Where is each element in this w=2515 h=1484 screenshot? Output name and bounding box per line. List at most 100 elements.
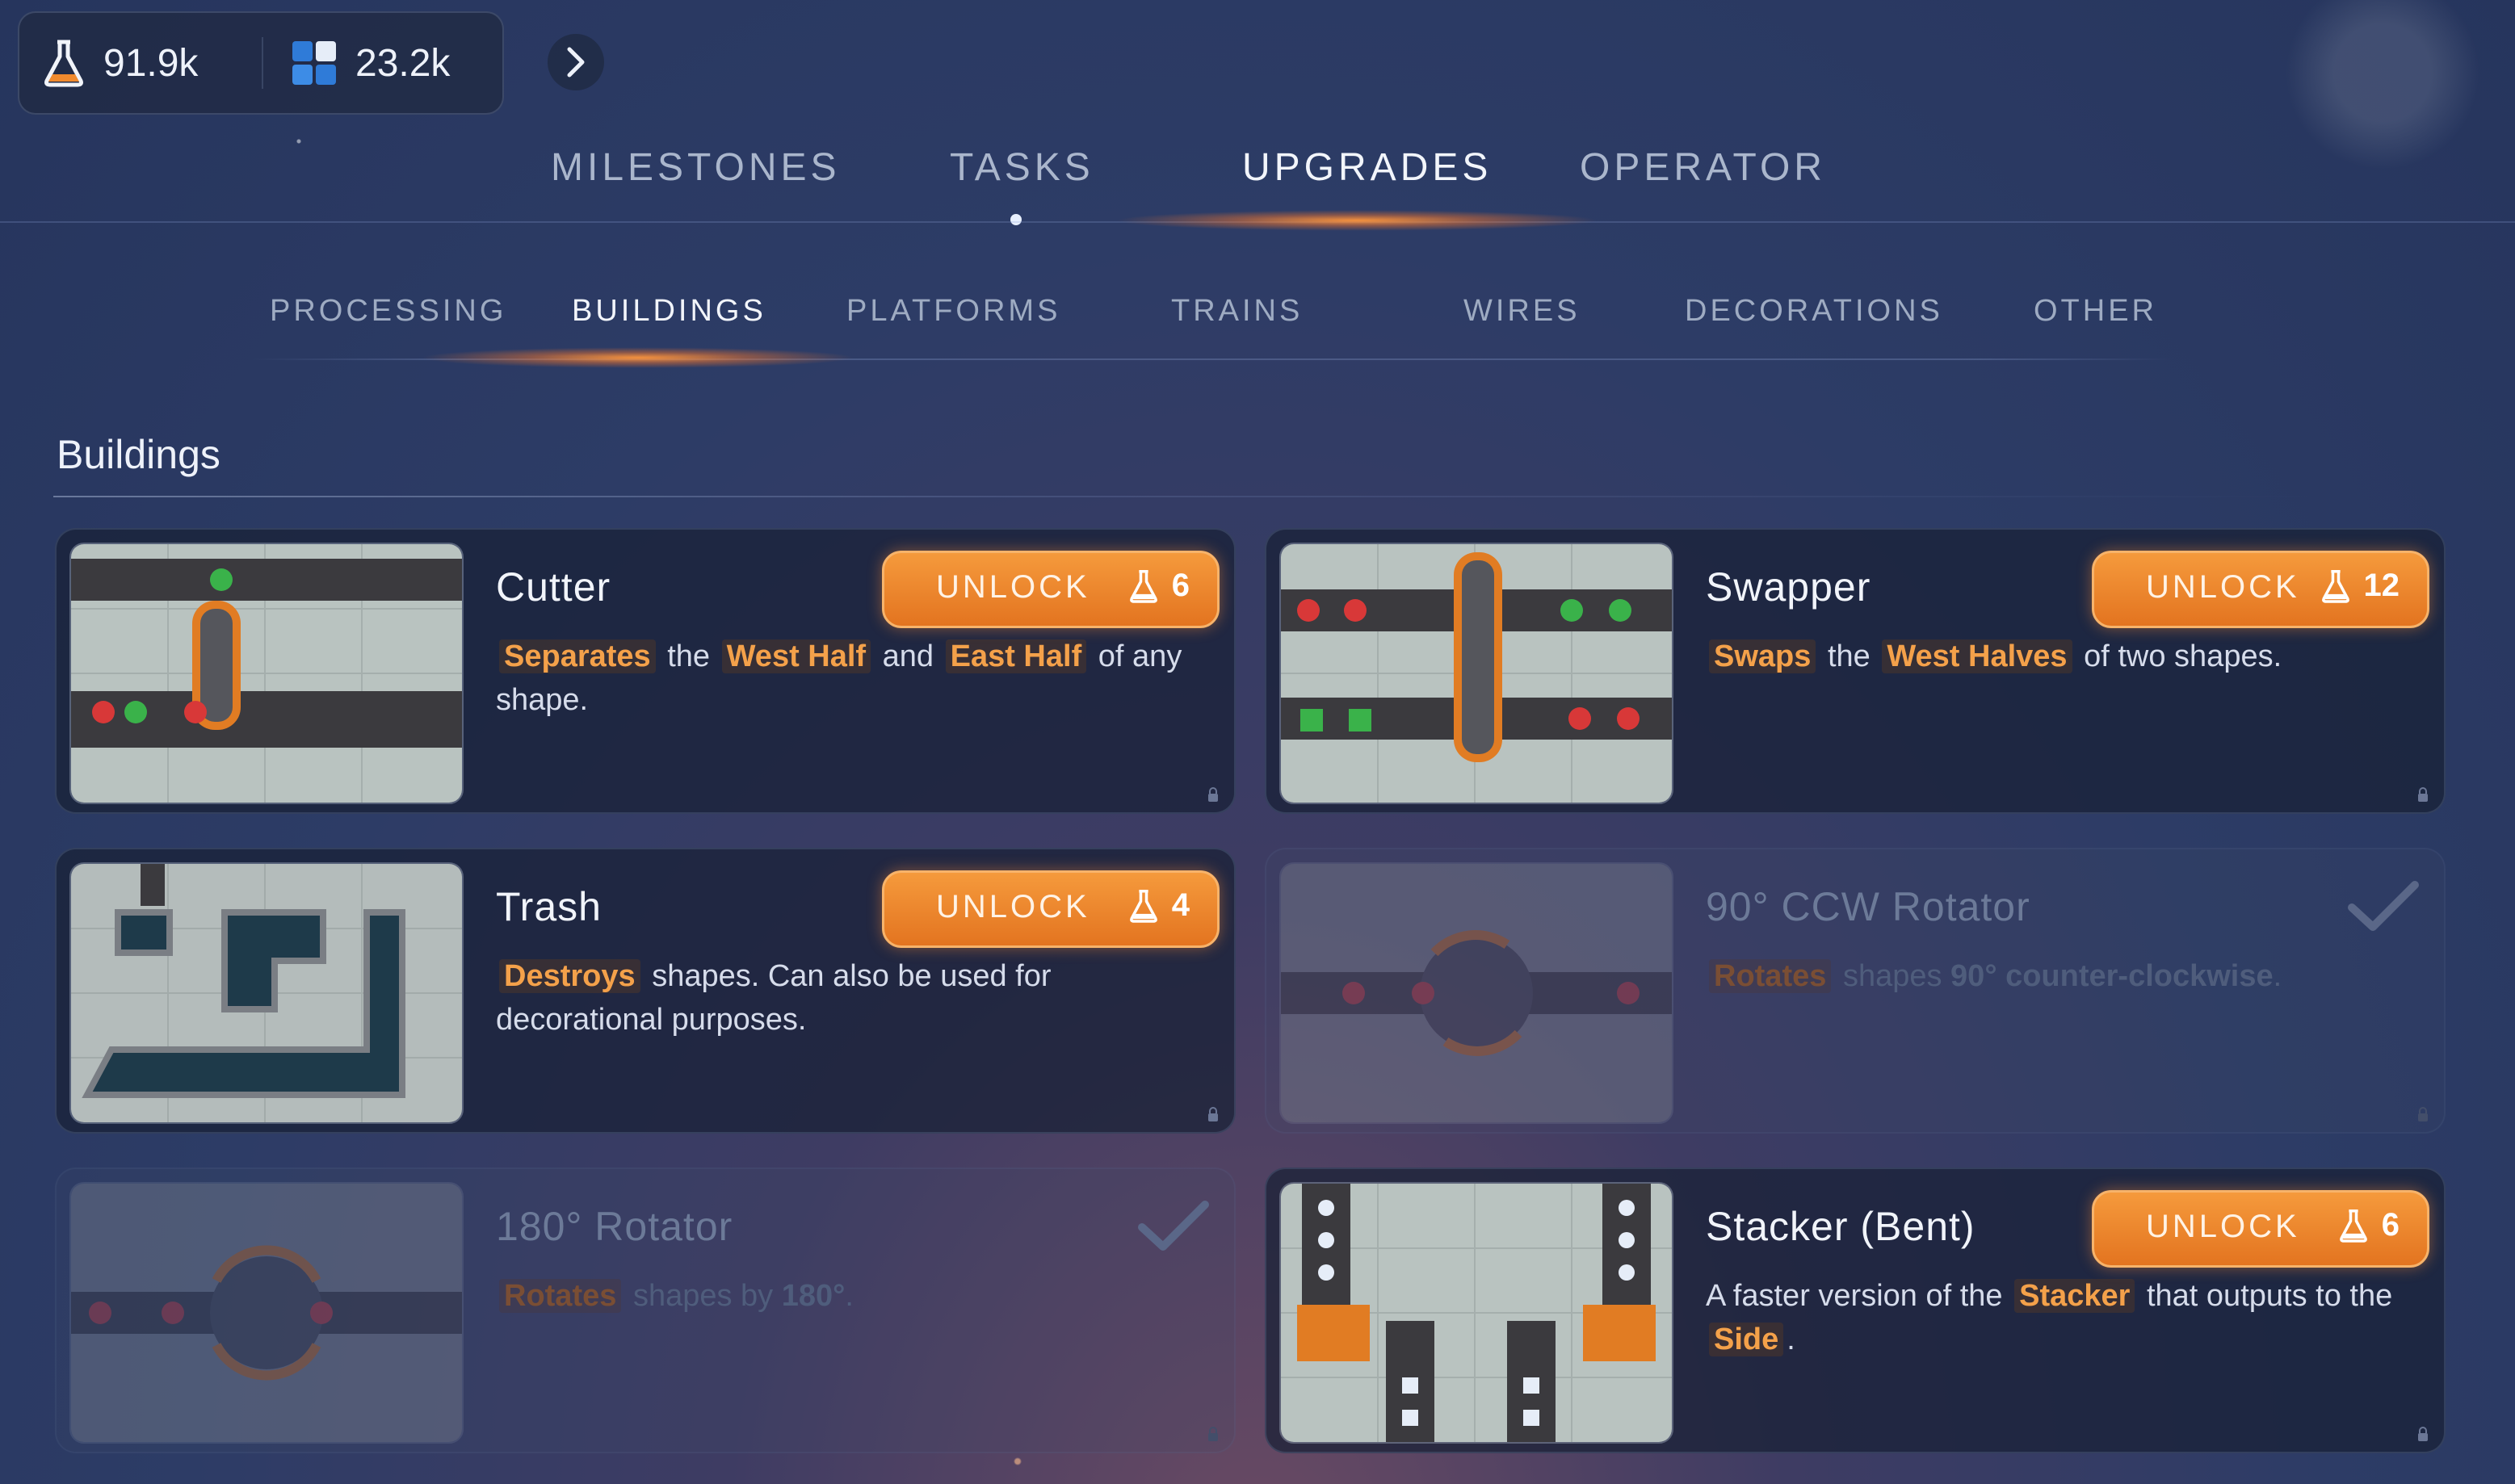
desc-text: . <box>2273 959 2282 993</box>
keyword: Destroys <box>499 959 640 993</box>
card-description: Separates the West Half and East Half of… <box>496 635 1207 722</box>
tab-operator[interactable]: OPERATOR <box>1580 145 1826 190</box>
card-description: Rotates shapes by 180°. <box>496 1274 1207 1318</box>
tasks-notification-dot <box>1010 214 1022 225</box>
subtab-buildings[interactable]: BUILDINGS <box>572 294 766 329</box>
card-description: A faster version of the Stacker that out… <box>1706 1274 2416 1361</box>
card-title: Swapper <box>1706 564 1871 610</box>
keyword: Side <box>1709 1323 1784 1356</box>
unlock-button[interactable]: UNLOCK 12 <box>2092 551 2429 628</box>
keyword: Stacker <box>2014 1279 2135 1313</box>
unlock-label: UNLOCK <box>2146 569 2300 605</box>
lock-icon <box>1208 787 1218 802</box>
shapes-value: 23.2k <box>355 41 451 85</box>
cost-value: 6 <box>2381 1207 2400 1243</box>
desc-text: A faster version of the <box>1706 1279 2003 1313</box>
expand-resources-button[interactable] <box>548 34 604 90</box>
tab-upgrades[interactable]: UPGRADES <box>1242 145 1492 190</box>
divider <box>262 37 263 89</box>
flask-icon <box>1129 569 1157 603</box>
desc-emphasis: 180° <box>781 1279 846 1313</box>
subtab-decorations[interactable]: DECORATIONS <box>1685 294 1943 329</box>
tab-tasks[interactable]: TASKS <box>950 145 1094 190</box>
card-title: Cutter <box>496 564 611 610</box>
unlock-button[interactable]: UNLOCK 4 <box>882 870 1220 948</box>
unlock-label: UNLOCK <box>2146 1209 2300 1244</box>
chevron-right-icon <box>567 47 585 78</box>
section-title: Buildings <box>57 432 220 477</box>
shapes-icon <box>291 40 338 86</box>
cost-value: 12 <box>2363 568 2400 603</box>
keyword: Rotates <box>499 1279 622 1313</box>
cost-value: 6 <box>1171 568 1190 603</box>
flask-icon <box>2321 569 2349 603</box>
subtab-processing[interactable]: PROCESSING <box>270 294 506 329</box>
desc-emphasis: 90° counter-clockwise <box>1950 959 2274 993</box>
card-title: Stacker (Bent) <box>1706 1204 1975 1249</box>
active-tab-indicator <box>1115 210 1599 231</box>
unlock-label: UNLOCK <box>936 889 1090 924</box>
stacker-bent-preview-image <box>1279 1182 1673 1444</box>
desc-text: the <box>667 639 711 673</box>
subtab-trains[interactable]: TRAINS <box>1171 294 1303 329</box>
trash-preview-image <box>69 862 464 1124</box>
card-title: Trash <box>496 884 602 929</box>
lock-icon <box>2418 787 2428 802</box>
section-divider <box>53 496 2444 497</box>
active-subtab-indicator <box>420 347 856 368</box>
tab-milestones[interactable]: MILESTONES <box>551 145 841 190</box>
upgrade-card-stacker-bent[interactable]: Stacker (Bent) UNLOCK 6 A faster version… <box>1265 1167 2446 1453</box>
resource-bar: 91.9k 23.2k <box>18 11 504 115</box>
swapper-preview-image <box>1279 543 1673 804</box>
card-description: Swaps the West Halves of two shapes. <box>1706 635 2416 678</box>
unlock-cost: 4 <box>1128 887 1190 924</box>
upgrade-card-180-rotator[interactable]: 180° Rotator Rotates shapes by 180°. <box>55 1167 1236 1453</box>
unlock-button[interactable]: UNLOCK 6 <box>2092 1190 2429 1268</box>
research-counter: 91.9k <box>42 39 199 87</box>
desc-text: that outputs to the <box>2146 1279 2393 1313</box>
cost-value: 4 <box>1171 887 1190 923</box>
card-title: 90° CCW Rotator <box>1706 884 2030 929</box>
keyword: East Half <box>945 639 1087 673</box>
lock-icon <box>2418 1427 2428 1441</box>
lock-icon <box>1208 1427 1218 1441</box>
subtab-platforms[interactable]: PLATFORMS <box>846 294 1060 329</box>
unlock-cost: 12 <box>2320 568 2400 604</box>
upgrade-card-swapper[interactable]: Swapper UNLOCK 12 Swaps the West Halves … <box>1265 528 2446 814</box>
flask-icon <box>2339 1209 2367 1243</box>
lock-icon <box>1208 1107 1218 1121</box>
desc-text: shapes by <box>632 1279 774 1313</box>
desc-text: of two shapes. <box>2084 639 2282 673</box>
card-title: 180° Rotator <box>496 1204 733 1249</box>
keyword: Swaps <box>1709 639 1816 673</box>
upgrade-card-ccw-rotator[interactable]: 90° CCW Rotator Rotates shapes 90° count… <box>1265 848 2446 1134</box>
lock-icon <box>2418 1107 2428 1121</box>
flask-icon <box>1129 889 1157 923</box>
checkmark-icon <box>2348 881 2419 931</box>
upgrade-card-trash[interactable]: Trash UNLOCK 4 Destroys shapes. Can also… <box>55 848 1236 1134</box>
unlock-button[interactable]: UNLOCK 6 <box>882 551 1220 628</box>
ccw-rotator-preview-image <box>1279 862 1673 1124</box>
unlock-cost: 6 <box>1128 568 1190 604</box>
desc-text: . <box>845 1279 854 1313</box>
unlock-cost: 6 <box>2338 1207 2400 1243</box>
keyword: Separates <box>499 639 656 673</box>
unlock-label: UNLOCK <box>936 569 1090 605</box>
flask-icon <box>42 39 86 87</box>
research-value: 91.9k <box>103 41 199 85</box>
desc-text: and <box>882 639 934 673</box>
cutter-preview-image <box>69 543 464 804</box>
subtab-other[interactable]: OTHER <box>2034 294 2157 329</box>
upgrade-card-cutter[interactable]: Cutter UNLOCK 6 Separates the West Half … <box>55 528 1236 814</box>
rotator-180-preview-image <box>69 1182 464 1444</box>
keyword: West Half <box>721 639 871 673</box>
keyword: West Halves <box>1882 639 2072 673</box>
card-description: Rotates shapes 90° counter-clockwise. <box>1706 954 2416 998</box>
shapes-counter: 23.2k <box>291 40 450 86</box>
main-tabs: MILESTONES TASKS UPGRADES OPERATOR <box>0 145 2515 218</box>
checkmark-icon <box>1138 1201 1209 1251</box>
card-description: Destroys shapes. Can also be used for de… <box>496 954 1207 1042</box>
desc-text: shapes <box>1842 959 1942 993</box>
subtab-wires[interactable]: WIRES <box>1463 294 1581 329</box>
desc-text: the <box>1827 639 1871 673</box>
